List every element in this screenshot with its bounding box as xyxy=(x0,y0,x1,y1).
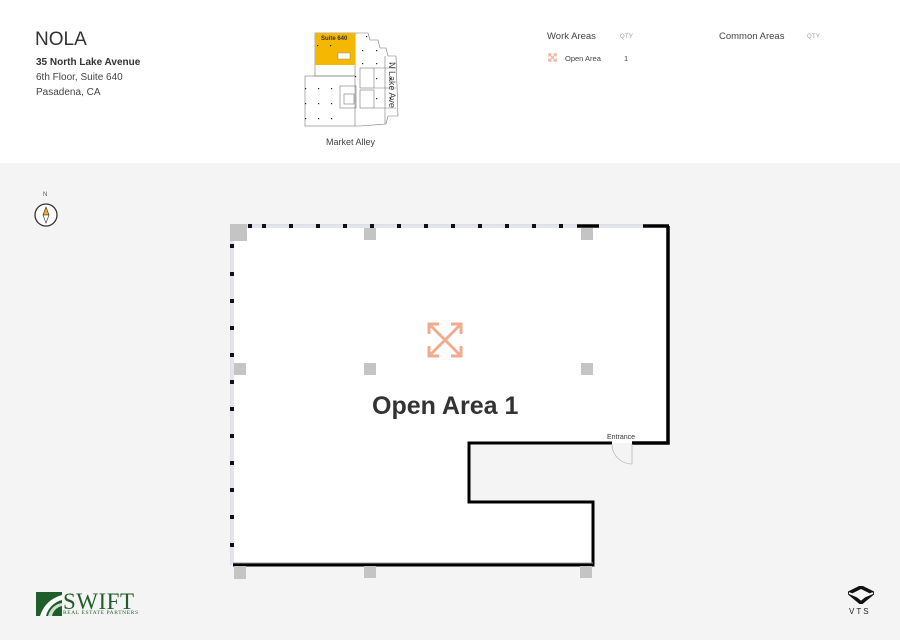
vts-logo-icon xyxy=(848,586,874,604)
floor-plan xyxy=(230,224,670,579)
room-label: Open Area 1 xyxy=(372,392,519,420)
vts-logo-text: VTS xyxy=(849,607,871,616)
entrance-label: Entrance xyxy=(607,434,636,441)
swift-subtitle: REAL ESTATE PARTNERS xyxy=(63,610,139,616)
entrance-door xyxy=(611,444,633,465)
swift-leaf-icon xyxy=(36,592,62,616)
